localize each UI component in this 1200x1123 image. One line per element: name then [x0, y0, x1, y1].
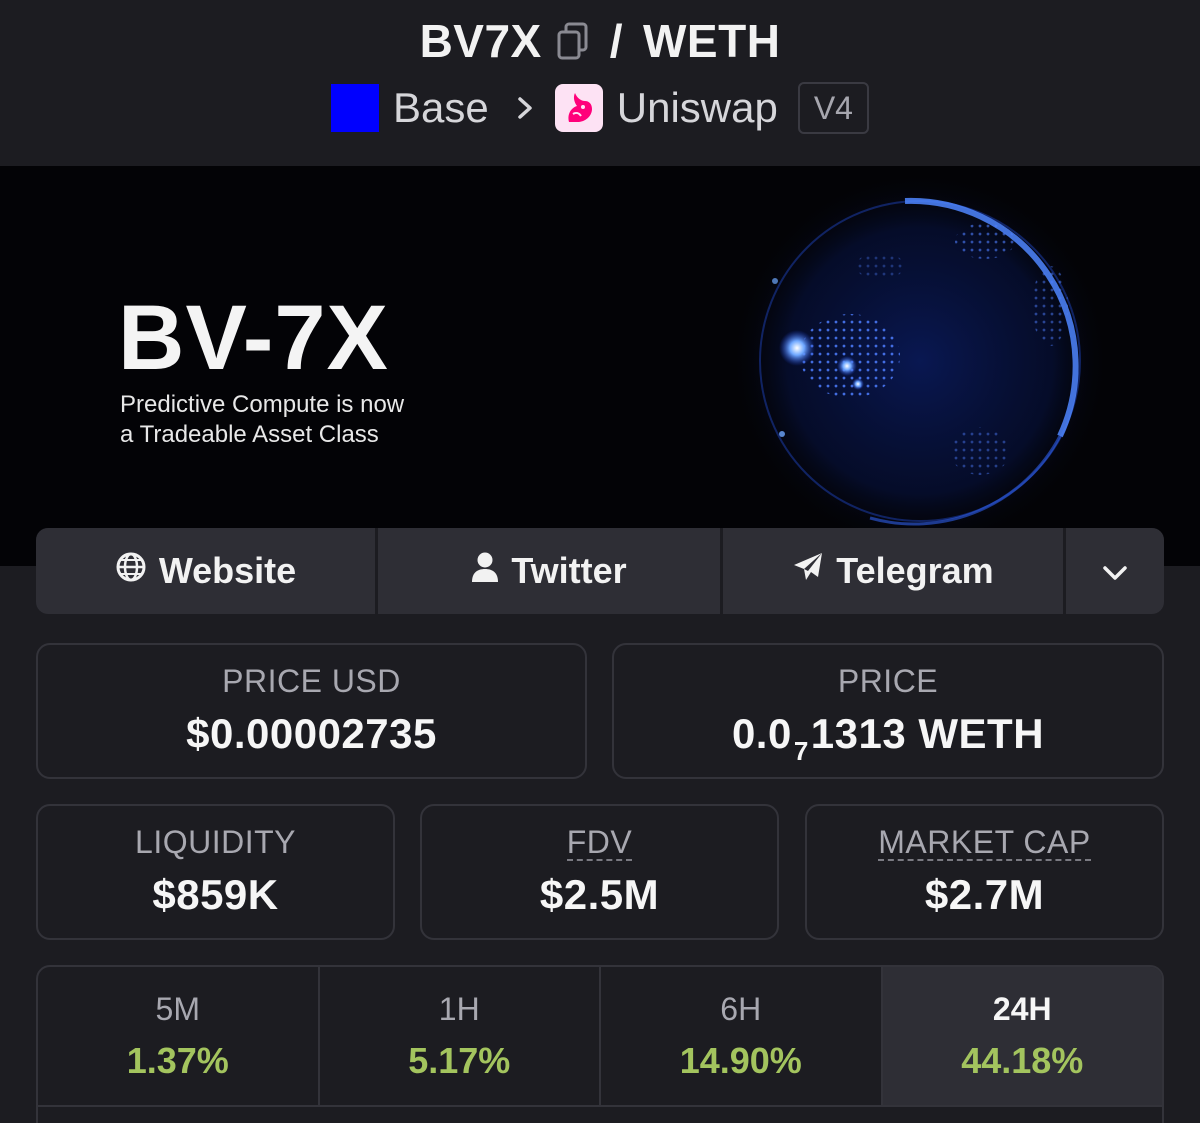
banner-subtitle-line1: Predictive Compute is now: [120, 391, 405, 418]
price-usd-card: PRICE USD $0.00002735: [36, 643, 587, 779]
market-cap-card: MARKET CAP $2.7M: [805, 804, 1164, 940]
base-chain-icon: [331, 84, 380, 132]
timeframe-details-divider: [38, 1105, 1162, 1123]
chain-name[interactable]: Base: [393, 84, 489, 132]
liquidity-value: $859K: [152, 871, 279, 918]
social-links-bar: Website Twitter Telegram: [36, 528, 1164, 614]
token-banner: BV-7X Predictive Compute is now a Tradea…: [0, 166, 1200, 566]
chain-breadcrumb: Base Uniswap V4: [0, 82, 1200, 134]
timeframe-change: 14.90%: [679, 1040, 802, 1081]
copy-icon[interactable]: [556, 21, 590, 61]
price-change-timeframes: 5M 1.37% 1H 5.17% 6H 14.90% 24H 44.18%: [36, 965, 1164, 1123]
fdv-label[interactable]: FDV: [566, 825, 633, 861]
website-button[interactable]: Website: [36, 528, 375, 614]
timeframe-label: 6H: [720, 991, 762, 1027]
market-cap-label[interactable]: MARKET CAP: [878, 825, 1091, 861]
timeframe-tab-1h[interactable]: 1H 5.17%: [320, 967, 601, 1105]
timeframe-label: 1H: [438, 991, 480, 1027]
price-usd-value: $0.00002735: [186, 710, 437, 757]
timeframe-tab-6h[interactable]: 6H 14.90%: [601, 967, 883, 1105]
fdv-card: FDV $2.5M: [420, 804, 779, 940]
website-label: Website: [158, 550, 297, 591]
price-suffix: 1313 WETH: [810, 710, 1045, 757]
twitter-label: Twitter: [511, 550, 627, 591]
paper-plane-icon: [792, 550, 824, 592]
market-cap-value: $2.7M: [924, 871, 1045, 918]
more-links-button[interactable]: [1066, 528, 1164, 614]
telegram-label: Telegram: [836, 550, 994, 591]
pair-header: BV7X / WETH Base Uniswap V4: [0, 0, 1200, 166]
fdv-value: $2.5M: [539, 871, 660, 918]
timeframe-change: 5.17%: [408, 1040, 511, 1081]
quote-token-symbol: WETH: [643, 15, 781, 67]
timeframe-tab-5m[interactable]: 5M 1.37%: [38, 967, 320, 1105]
price-native-card: PRICE 0.071313 WETH: [612, 643, 1164, 779]
price-native-label: PRICE: [837, 663, 939, 699]
base-token-symbol: BV7X: [419, 15, 542, 67]
timeframe-change: 44.18%: [961, 1040, 1084, 1081]
liquidity-label: LIQUIDITY: [135, 824, 296, 860]
price-zero-count: 7: [793, 736, 809, 766]
timeframe-label: 5M: [155, 991, 200, 1027]
dex-name[interactable]: Uniswap: [617, 84, 778, 132]
chevron-right-icon: [515, 94, 535, 122]
price-prefix: 0.0: [731, 710, 792, 757]
uniswap-unicorn-icon: [554, 84, 603, 132]
pair-title: BV7X / WETH: [0, 14, 1200, 68]
banner-title: BV-7X: [118, 287, 389, 389]
price-usd-label: PRICE USD: [222, 663, 401, 699]
banner-subtitle: Predictive Compute is now a Tradeable As…: [120, 390, 480, 450]
banner-subtitle-line2: a Tradeable Asset Class: [120, 421, 379, 448]
timeframe-label: 24H: [992, 991, 1052, 1027]
timeframe-tab-24h[interactable]: 24H 44.18%: [882, 967, 1162, 1105]
globe-icon: [115, 550, 147, 592]
pair-separator: /: [609, 15, 624, 67]
liquidity-card: LIQUIDITY $859K: [36, 804, 395, 940]
chevron-down-icon: [1101, 550, 1129, 592]
user-icon: [471, 550, 499, 592]
price-native-value: 0.071313 WETH: [614, 710, 1162, 767]
telegram-button[interactable]: Telegram: [723, 528, 1063, 614]
timeframe-change: 1.37%: [126, 1040, 229, 1081]
twitter-button[interactable]: Twitter: [378, 528, 720, 614]
version-badge: V4: [797, 82, 869, 134]
